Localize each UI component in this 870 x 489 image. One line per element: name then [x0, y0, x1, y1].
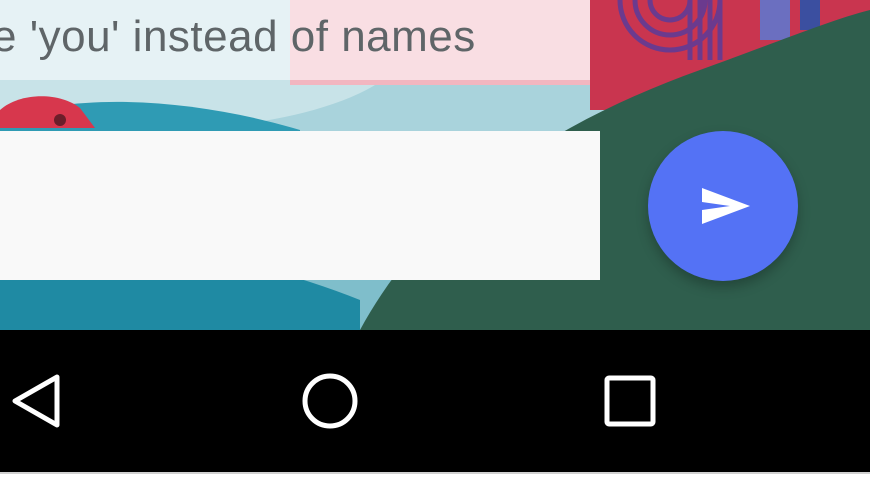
- back-button[interactable]: [0, 330, 70, 472]
- send-button[interactable]: [648, 131, 798, 281]
- back-triangle-icon: [12, 374, 60, 428]
- home-circle-icon: [302, 373, 358, 429]
- bottom-edge: [0, 472, 870, 489]
- hint-banner: e 'you' instead of names: [0, 0, 590, 80]
- navigation-bar: [0, 330, 870, 472]
- chat-screen: e 'you' instead of names: [0, 0, 870, 489]
- recents-square-icon: [604, 375, 656, 427]
- recents-button[interactable]: [580, 330, 680, 472]
- hint-text: e 'you' instead of names: [0, 12, 476, 61]
- send-icon: [702, 188, 750, 224]
- message-compose-input[interactable]: [0, 131, 600, 280]
- home-button[interactable]: [280, 330, 380, 472]
